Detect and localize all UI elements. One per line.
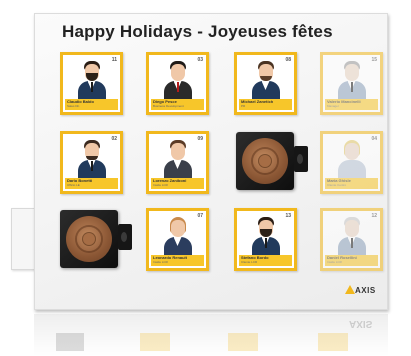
door-number: 07	[197, 213, 203, 219]
calendar-title: Happy Holidays - Joyeuses fêtes	[62, 22, 333, 41]
person-portrait-icon	[163, 217, 193, 257]
door-number: 08	[285, 57, 291, 63]
calendar-door[interactable]: 08 Michael Zanetich PR	[234, 52, 297, 115]
reflection-tile	[140, 333, 170, 351]
chocolate-icon	[66, 216, 112, 262]
door-number: 04	[371, 136, 377, 142]
person-portrait-icon	[163, 61, 193, 101]
brand-logo: AXIS	[355, 286, 376, 295]
reflection-tile	[56, 333, 84, 351]
door-caption: Michael Zanetich PR	[239, 99, 292, 110]
person-portrait-icon	[77, 61, 107, 101]
door-tab	[294, 146, 308, 172]
calendar-door[interactable]: 15 Valerio Mancinelli Manager	[320, 52, 383, 115]
person-role: Manager	[327, 104, 339, 108]
chocolate-icon	[242, 138, 288, 184]
door-caption: Diego Pesce Business Development	[151, 99, 204, 110]
door-tab	[118, 224, 132, 250]
door-number: 03	[197, 57, 203, 63]
axis-logo-icon	[345, 285, 355, 294]
person-role: Cliente Centro	[327, 183, 347, 187]
person-role: Inside LCR	[153, 260, 168, 264]
reflection-tile	[318, 333, 348, 351]
person-role: PR	[241, 104, 246, 108]
person-role: Business Development	[153, 104, 184, 108]
person-portrait-icon	[337, 61, 367, 101]
calendar-door[interactable]: 13 Stefano Bordo Cliente LCR	[234, 208, 297, 271]
door-caption: Stefano Bordo Cliente LCR	[239, 255, 292, 266]
calendar-door[interactable]: 09 Lorenzo Zaniboni Inside LCR	[146, 131, 209, 194]
person-portrait-icon	[251, 61, 281, 101]
calendar-door[interactable]: 02 Dario Bonetti Ufficio LE	[60, 131, 123, 194]
door-caption: Maria Ghisle Cliente Centro	[325, 178, 378, 189]
door-number: 09	[197, 136, 203, 142]
person-portrait-icon	[163, 140, 193, 180]
door-caption: Leonardo Renault Inside LCR	[151, 255, 204, 266]
person-role: Ufficio LE	[67, 183, 80, 187]
door-number: 15	[371, 57, 377, 63]
calendar-door[interactable]: 12 Daniel Rosellini Inside LCR	[320, 208, 383, 271]
person-portrait-icon	[77, 140, 107, 180]
person-role: Inside LCR	[327, 260, 342, 264]
opened-door-chocolate[interactable]	[60, 210, 118, 268]
calendar-door[interactable]: 07 Leonardo Renault Inside LCR	[146, 208, 209, 271]
person-role: Inside LCR	[153, 183, 168, 187]
person-role: Sales Dir.	[67, 104, 80, 108]
door-caption: Dario Bonetti Ufficio LE	[65, 178, 118, 189]
door-caption: Claudio Baldo Sales Dir.	[65, 99, 118, 110]
person-portrait-icon	[337, 217, 367, 257]
reflection-logo: AXIS	[349, 318, 373, 329]
calendar-door[interactable]: 04 Maria Ghisle Cliente Centro	[320, 131, 383, 194]
door-caption: Daniel Rosellini Inside LCR	[325, 255, 378, 266]
door-caption: Valerio Mancinelli Manager	[325, 99, 378, 110]
door-caption: Lorenzo Zaniboni Inside LCR	[151, 178, 204, 189]
opened-door-chocolate[interactable]	[236, 132, 294, 190]
door-number: 12	[371, 213, 377, 219]
person-role: Cliente LCR	[241, 260, 258, 264]
door-number: 13	[285, 213, 291, 219]
door-number: 11	[111, 57, 117, 63]
calendar-door[interactable]: 11 Claudio Baldo Sales Dir.	[60, 52, 123, 115]
person-portrait-icon	[337, 140, 367, 180]
person-portrait-icon	[251, 217, 281, 257]
door-number: 02	[111, 136, 117, 142]
calendar-door[interactable]: 03 Diego Pesce Business Development	[146, 52, 209, 115]
reflection-tile	[228, 333, 258, 351]
